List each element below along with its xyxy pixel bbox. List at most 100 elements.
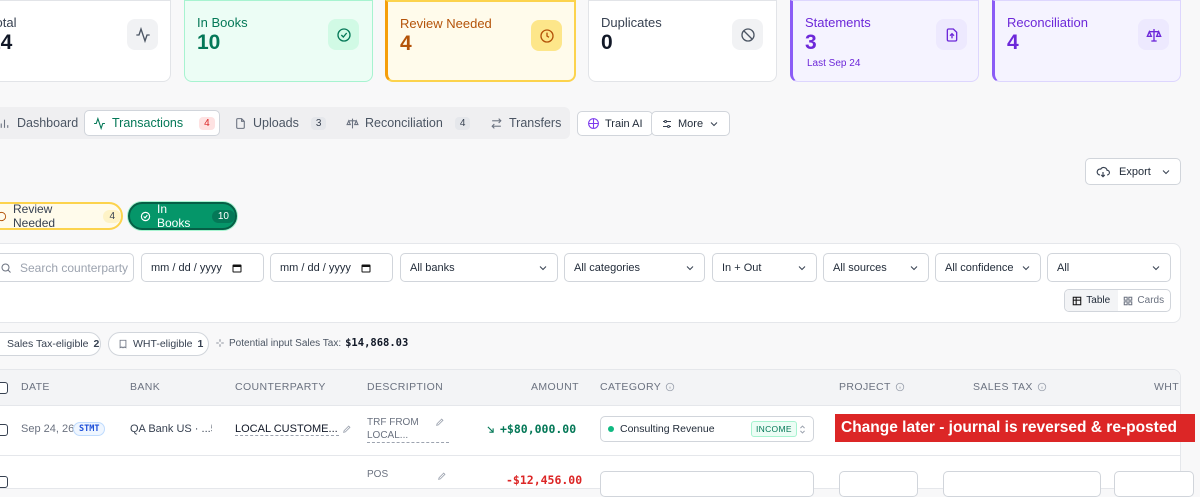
pencil-icon[interactable] [435, 417, 445, 427]
tab-count-badge: 3 [310, 116, 327, 130]
view-cards-button[interactable]: Cards [1118, 290, 1171, 311]
stat-card-duplicates[interactable]: Duplicates 0 [588, 0, 777, 82]
chevron-down-icon [1150, 262, 1162, 274]
check-circle-icon [328, 19, 359, 50]
direction-select[interactable]: In + Out [712, 253, 817, 282]
row-divider [0, 455, 1180, 456]
stat-label: Duplicates [601, 15, 662, 30]
sales-tax-label: Sales Tax-eligible [7, 338, 89, 350]
info-icon [665, 382, 675, 392]
source-select[interactable]: All sources [823, 253, 929, 282]
chevron-down-icon [708, 118, 720, 130]
row-description: POS [367, 469, 389, 480]
table-icon [1072, 296, 1082, 306]
pill-count: 4 [103, 209, 121, 223]
tab-count-badge: 4 [454, 116, 471, 130]
stat-card-reconciliation[interactable]: Reconciliation 4 [992, 0, 1181, 82]
reversal-tooltip: Change later - journal is reversed & re-… [835, 414, 1195, 442]
category-select[interactable]: All categories [564, 253, 705, 282]
stat-sub: Last Sep 24 [807, 58, 861, 69]
chevron-down-icon [796, 262, 808, 274]
pencil-icon[interactable] [342, 424, 352, 434]
date-to-value: mm / dd / yyyy [280, 261, 351, 274]
bank-select[interactable]: All banks [400, 253, 558, 282]
wht-select[interactable] [1114, 471, 1194, 497]
search-input[interactable]: Search counterparty [0, 253, 134, 282]
col-amount[interactable]: AMOUNT [531, 381, 579, 393]
confidence-select[interactable]: All confidence [935, 253, 1041, 282]
amount-value: +$80,000.00 [500, 422, 577, 436]
row-counterparty[interactable]: LOCAL CUSTOME... [235, 423, 351, 436]
stat-card-in-books[interactable]: In Books 10 [184, 0, 373, 82]
tab-transfers[interactable]: Transfers [482, 110, 569, 136]
col-project[interactable]: PROJECT [839, 381, 905, 393]
wht-chip[interactable]: WHT-eligible 1 [108, 332, 209, 356]
description-line: LOCAL... [367, 430, 409, 441]
calendar-icon [360, 262, 372, 274]
row-amount: +$80,000.00 [486, 422, 576, 436]
col-label: SALES TAX [973, 381, 1033, 393]
stat-value: 4 [400, 32, 412, 55]
more-button[interactable]: More [651, 111, 730, 136]
counterparty-text: LOCAL CUSTOME... [235, 423, 338, 435]
sales-tax-chip[interactable]: Sales Tax-eligible 2 [0, 332, 101, 356]
sales-tax-select[interactable] [943, 471, 1101, 497]
col-date[interactable]: DATE [21, 381, 50, 393]
category-select[interactable] [600, 471, 814, 497]
arrows-swap-icon [490, 117, 503, 130]
scale-icon [1138, 19, 1169, 50]
col-category[interactable]: CATEGORY [600, 381, 675, 393]
tab-uploads[interactable]: Uploads 3 [226, 110, 334, 136]
calendar-icon [231, 262, 243, 274]
col-label: DESCRIPTION [367, 381, 444, 393]
date-to-input[interactable]: mm / dd / yyyy [270, 253, 393, 282]
category-select[interactable]: Consulting Revenue INCOME [600, 416, 814, 442]
stat-value: 4 [1007, 31, 1019, 54]
main-tabs: Dashboard Transactions 4 Uploads 3 Recon… [0, 107, 570, 139]
tab-transactions[interactable]: Transactions 4 [84, 110, 220, 136]
stat-card-total[interactable]: Total 14 [0, 0, 171, 82]
wht-count: 1 [197, 338, 204, 350]
tooltip-text: Change later - journal is reversed & re-… [841, 419, 1177, 436]
status-select[interactable]: All [1047, 253, 1171, 282]
tab-dashboard[interactable]: Dashboard [0, 110, 86, 136]
col-label: BANK [130, 381, 161, 393]
row-checkbox[interactable] [0, 476, 8, 488]
stat-label: Reconciliation [1007, 15, 1088, 30]
stat-card-statements[interactable]: Statements 3 Last Sep 24 [790, 0, 979, 82]
col-label: DATE [21, 381, 50, 393]
export-button[interactable]: Export [1085, 158, 1181, 185]
tab-reconciliation[interactable]: Reconciliation 4 [338, 110, 478, 136]
arrow-down-right-icon [486, 425, 495, 434]
wht-label: WHT-eligible [133, 338, 193, 350]
tab-count-badge: 4 [199, 116, 215, 130]
stat-label: Total [0, 15, 17, 30]
train-ai-button[interactable]: Train AI [577, 111, 653, 136]
filter-pill-in-books[interactable]: In Books 10 [128, 202, 237, 230]
col-description[interactable]: DESCRIPTION [367, 381, 443, 393]
view-table-button[interactable]: Table [1065, 290, 1118, 311]
row-description[interactable]: TRF FROM LOCAL... [367, 416, 449, 443]
col-counterparty[interactable]: COUNTERPARTY [235, 381, 326, 393]
more-label: More [678, 117, 704, 130]
filter-pill-review-needed[interactable]: Review Needed 4 [0, 202, 123, 230]
category-type-badge: INCOME [751, 421, 797, 437]
col-sales-tax[interactable]: SALES TAX [973, 381, 1047, 393]
bank-value: All banks [410, 261, 455, 274]
select-all-checkbox[interactable] [0, 382, 8, 394]
clock-icon [531, 20, 562, 51]
project-select[interactable] [839, 471, 918, 497]
category-dot [608, 426, 614, 432]
col-bank[interactable]: BANK [130, 381, 160, 393]
date-from-input[interactable]: mm / dd / yyyy [141, 253, 264, 282]
stat-value: 3 [805, 31, 817, 54]
category-value: Consulting Revenue [620, 423, 715, 435]
chevron-down-icon [537, 262, 549, 274]
info-icon [1037, 382, 1047, 392]
chevron-down-icon [684, 262, 696, 274]
col-wht[interactable]: WHT [1154, 381, 1179, 393]
row-checkbox[interactable] [0, 424, 8, 436]
col-label: WHT [1154, 381, 1180, 393]
stat-value: 14 [0, 31, 13, 54]
stat-card-review-needed[interactable]: Review Needed 4 [385, 0, 576, 82]
